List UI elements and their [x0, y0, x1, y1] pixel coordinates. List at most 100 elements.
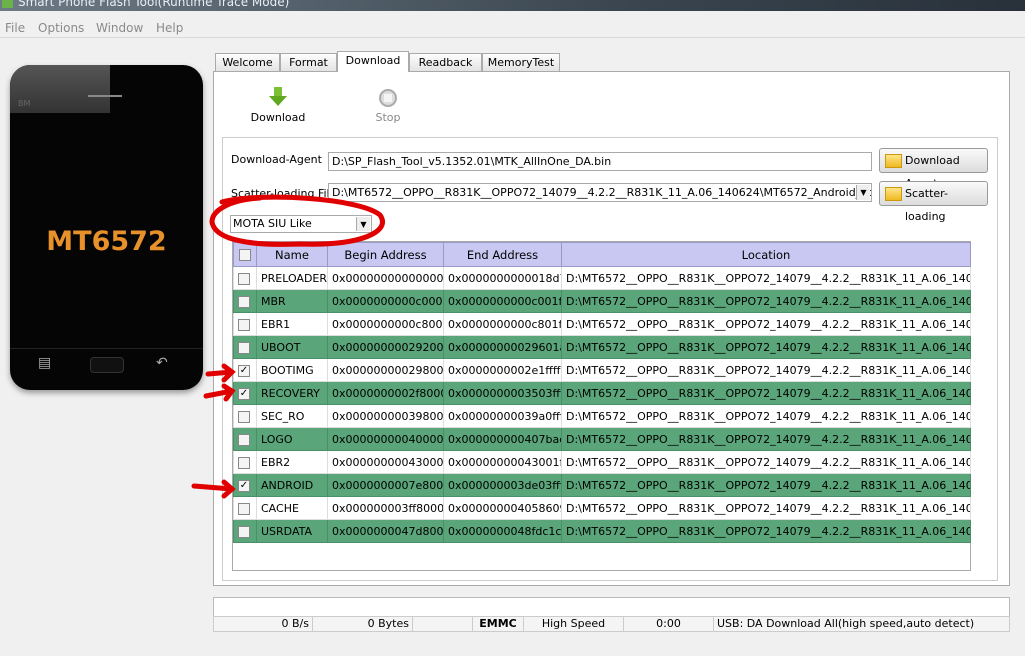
- download-arrow-icon: [269, 87, 287, 106]
- partition-name: CACHE: [256, 496, 328, 520]
- row-checkbox[interactable]: [233, 312, 257, 336]
- download-label: Download: [250, 111, 306, 124]
- table-row-mbr[interactable]: MBR0x0000000000c000000x0000000000c001ffD…: [233, 289, 971, 313]
- tab-readback[interactable]: Readback: [409, 53, 482, 72]
- table-row-ebr2[interactable]: EBR20x00000000043000000x00000000043001ff…: [233, 450, 971, 474]
- row-checkbox[interactable]: [233, 519, 257, 543]
- menu-window[interactable]: Window: [96, 21, 143, 35]
- header-location[interactable]: Location: [561, 242, 971, 267]
- partition-name: MBR: [256, 289, 328, 313]
- tab-format[interactable]: Format: [280, 53, 337, 72]
- location: D:\MT6572__OPPO__R831K__OPPO72_14079__4.…: [561, 496, 971, 520]
- begin-address: 0x0000000003980000: [327, 404, 444, 428]
- end-address: 0x0000000040586093: [443, 496, 562, 520]
- partition-name: LOGO: [256, 427, 328, 451]
- partition-table: Name Begin Address End Address Location …: [232, 241, 971, 571]
- checkbox[interactable]: [238, 410, 250, 423]
- table-row-usrdata[interactable]: USRDATA0x0000000047d800000x0000000048fdc…: [233, 519, 971, 543]
- partition-name: USRDATA: [256, 519, 328, 543]
- row-checkbox[interactable]: [233, 404, 257, 428]
- location: D:\MT6572__OPPO__R831K__OPPO72_14079__4.…: [561, 335, 971, 359]
- menu-options[interactable]: Options: [38, 21, 84, 35]
- header-name[interactable]: Name: [256, 242, 328, 267]
- end-address: 0x0000000000018d73: [443, 266, 562, 290]
- download-button[interactable]: Download: [250, 86, 306, 124]
- stop-button[interactable]: Stop: [368, 88, 408, 124]
- phone-brand: BM: [18, 99, 31, 108]
- row-checkbox[interactable]: [233, 427, 257, 451]
- row-checkbox[interactable]: [233, 289, 257, 313]
- status-speed: 0 B/s: [214, 617, 313, 631]
- table-row-ebr1[interactable]: EBR10x0000000000c800000x0000000000c801ff…: [233, 312, 971, 336]
- scatter-loading-button[interactable]: Scatter-loading: [879, 181, 988, 223]
- checkbox[interactable]: [238, 272, 250, 285]
- table-row-cache[interactable]: CACHE 0x000000003ff80000 0x000000004058609…: [233, 496, 971, 520]
- begin-address: 0x0000000002980000: [327, 358, 444, 382]
- end-address: 0x0000000003503fff: [443, 381, 562, 405]
- menu-key-icon: ▤: [38, 355, 52, 371]
- table-row-recovery[interactable]: ✓ RECOVERY 0x0000000002f80000 0x00000000035…: [233, 381, 971, 405]
- download-agent-button[interactable]: Download Agent: [879, 148, 988, 190]
- begin-address: 0x0000000004000000: [327, 427, 444, 451]
- scatter-label: Scatter-loading File: [231, 187, 337, 200]
- stop-icon: [379, 89, 397, 107]
- menu-help[interactable]: Help: [156, 21, 183, 35]
- location: D:\MT6572__OPPO__R831K__OPPO72_14079__4.…: [561, 358, 971, 382]
- table-row-uboot[interactable]: UBOOT0x00000000029200000x00000000029601a…: [233, 335, 971, 359]
- begin-address: 0x0000000004300000: [327, 450, 444, 474]
- checkbox[interactable]: [238, 525, 250, 538]
- begin-address: 0x0000000002f80000: [327, 381, 444, 405]
- speaker: [88, 95, 122, 97]
- row-checkbox[interactable]: [233, 450, 257, 474]
- menu-bar: File Options Window Help: [0, 18, 1025, 38]
- chevron-down-icon[interactable]: ▼: [356, 217, 370, 231]
- table-row-logo[interactable]: LOGO0x00000000040000000x000000000407badb…: [233, 427, 971, 451]
- checkbox[interactable]: [238, 433, 250, 446]
- title-bar: Smart Phone Flash Tool(Runtime Trace Mod…: [0, 0, 1025, 11]
- checkbox[interactable]: [238, 456, 250, 469]
- scatter-file-dropdown[interactable]: D:\MT6572__OPPO__R831K__OPPO72_14079__4.…: [328, 183, 872, 202]
- window-title: Smart Phone Flash Tool(Runtime Trace Mod…: [18, 0, 290, 9]
- select-all-checkbox[interactable]: [233, 242, 257, 267]
- chevron-down-icon[interactable]: ▼: [856, 185, 870, 200]
- checkbox[interactable]: [238, 502, 250, 515]
- location: D:\MT6572__OPPO__R831K__OPPO72_14079__4.…: [561, 266, 971, 290]
- checkbox[interactable]: ✓: [238, 479, 250, 492]
- checkbox[interactable]: [238, 318, 250, 331]
- row-checkbox[interactable]: ✓: [233, 473, 257, 497]
- row-checkbox[interactable]: [233, 335, 257, 359]
- tab-memorytest[interactable]: MemoryTest: [482, 53, 560, 72]
- row-checkbox[interactable]: ✓: [233, 358, 257, 382]
- partition-name: UBOOT: [256, 335, 328, 359]
- location: D:\MT6572__OPPO__R831K__OPPO72_14079__4.…: [561, 404, 971, 428]
- download-agent-field[interactable]: D:\SP_Flash_Tool_v5.1352.01\MTK_AllInOne…: [328, 152, 872, 171]
- table-row-bootimg[interactable]: ✓ BOOTIMG0x00000000029800000x0000000002e1…: [233, 358, 971, 382]
- table-row-preloader[interactable]: PRELOADER0x00000000000000000x00000000000…: [233, 266, 971, 290]
- row-checkbox[interactable]: ✓: [233, 381, 257, 405]
- menu-file[interactable]: File: [5, 21, 25, 35]
- download-mode-dropdown[interactable]: MOTA SIU Like ▼: [230, 215, 372, 233]
- status-time: 0:00: [624, 617, 714, 631]
- app-icon: [2, 0, 13, 8]
- table-row-android[interactable]: ✓ ANDROID0x0000000007e800000x000000003de0…: [233, 473, 971, 497]
- header-begin-address[interactable]: Begin Address: [327, 242, 444, 267]
- checkbox[interactable]: [238, 295, 250, 308]
- begin-address: 0x0000000000c80000: [327, 312, 444, 336]
- location: D:\MT6572__OPPO__R831K__OPPO72_14079__4.…: [561, 450, 971, 474]
- begin-address: 0x000000003ff80000: [327, 496, 444, 520]
- partition-name: BOOTIMG: [256, 358, 328, 382]
- table-row-sec_ro[interactable]: SEC_RO0x00000000039800000x00000000039a0f…: [233, 404, 971, 428]
- end-address: 0x000000000407badb: [443, 427, 562, 451]
- tab-download[interactable]: Download: [337, 51, 409, 72]
- location: D:\MT6572__OPPO__R831K__OPPO72_14079__4.…: [561, 381, 971, 405]
- row-checkbox[interactable]: [233, 266, 257, 290]
- checkbox[interactable]: [238, 341, 250, 354]
- checkbox[interactable]: ✓: [238, 364, 250, 377]
- end-address: 0x00000000043001ff: [443, 450, 562, 474]
- row-checkbox[interactable]: [233, 496, 257, 520]
- header-end-address[interactable]: End Address: [443, 242, 562, 267]
- begin-address: 0x0000000007e80000: [327, 473, 444, 497]
- tab-welcome[interactable]: Welcome: [215, 53, 280, 72]
- home-key-icon: [90, 357, 124, 373]
- checkbox[interactable]: ✓: [238, 387, 250, 400]
